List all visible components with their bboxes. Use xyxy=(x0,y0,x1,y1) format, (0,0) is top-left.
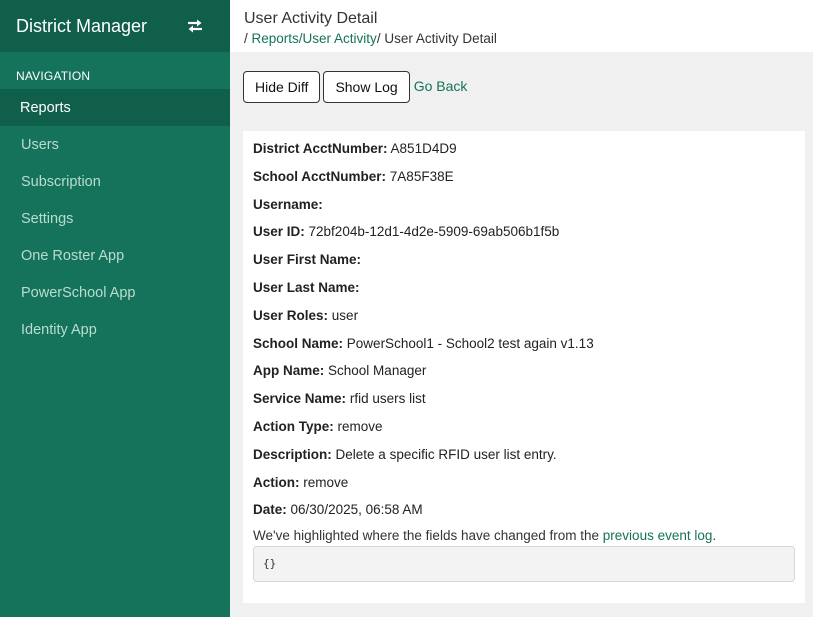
breadcrumb: / Reports/User Activity/ User Activity D… xyxy=(244,31,813,47)
detail-label: Username: xyxy=(253,196,323,212)
detail-school-acct-number: School AcctNumber: 7A85F38E xyxy=(253,169,795,197)
sidebar-item-identity-app[interactable]: Identity App xyxy=(0,311,230,348)
sidebar-brand: District Manager xyxy=(0,0,230,52)
detail-value: 7A85F38E xyxy=(389,168,454,184)
detail-value: PowerSchool1 - School2 test again v1.13 xyxy=(346,335,594,351)
detail-username: Username: xyxy=(253,197,795,225)
breadcrumb-separator: / xyxy=(244,31,252,46)
sidebar-item-settings[interactable]: Settings xyxy=(0,200,230,237)
swap-arrows-icon[interactable] xyxy=(186,17,204,35)
breadcrumb-link-reports-user-activity[interactable]: Reports/User Activity xyxy=(252,31,377,46)
diff-note-end: . xyxy=(712,528,717,544)
diff-note-text: We've highlighted where the fields have … xyxy=(253,528,603,544)
detail-value: 72bf204b-12d1-4d2e-5909-69ab506b1f5b xyxy=(308,224,560,240)
page-header: User Activity Detail / Reports/User Acti… xyxy=(230,0,813,52)
detail-label: Action Type: xyxy=(253,418,334,434)
diff-content-box: {} xyxy=(253,546,795,583)
sidebar-item-reports[interactable]: Reports xyxy=(0,89,230,126)
detail-service-name: Service Name: rfid users list xyxy=(253,391,795,419)
sidebar: District Manager NAVIGATION Reports User… xyxy=(0,0,230,617)
detail-label: App Name: xyxy=(253,363,325,379)
activity-detail-card: District AcctNumber: A851D4D9 School Acc… xyxy=(243,131,805,603)
nav-heading: NAVIGATION xyxy=(16,69,91,83)
detail-label: User ID: xyxy=(253,224,305,240)
detail-label: School Name: xyxy=(253,335,344,351)
detail-value: School Manager xyxy=(328,363,427,379)
detail-action-type: Action Type: remove xyxy=(253,419,795,447)
detail-label: Service Name: xyxy=(253,391,347,407)
detail-label: Date: xyxy=(253,502,287,518)
detail-label: Action: xyxy=(253,474,300,490)
detail-label: District AcctNumber: xyxy=(253,141,388,156)
detail-user-first-name: User First Name: xyxy=(253,252,795,280)
detail-value: remove xyxy=(303,474,349,490)
sidebar-item-one-roster-app[interactable]: One Roster App xyxy=(0,237,230,274)
show-log-button[interactable]: Show Log xyxy=(323,71,410,103)
detail-value: Delete a specific RFID user list entry. xyxy=(335,446,557,462)
detail-user-last-name: User Last Name: xyxy=(253,280,795,308)
nav-list: Reports Users Subscription Settings One … xyxy=(0,89,230,348)
previous-event-log-link[interactable]: previous event log xyxy=(603,528,713,543)
action-bar: Hide Diff Show Log Go Back xyxy=(243,71,467,103)
sidebar-item-powerschool-app[interactable]: PowerSchool App xyxy=(0,274,230,311)
detail-school-name: School Name: PowerSchool1 - School2 test… xyxy=(253,336,795,364)
detail-value: remove xyxy=(337,418,383,434)
breadcrumb-current: User Activity Detail xyxy=(384,31,497,46)
detail-label: User First Name: xyxy=(253,252,362,268)
page-title: User Activity Detail xyxy=(244,10,378,27)
detail-value: A851D4D9 xyxy=(390,141,457,156)
detail-value: rfid users list xyxy=(349,391,426,407)
diff-note: We've highlighted where the fields have … xyxy=(253,528,795,544)
detail-value: user xyxy=(331,307,359,323)
detail-description: Description: Delete a specific RFID user… xyxy=(253,447,795,475)
sidebar-item-users[interactable]: Users xyxy=(0,126,230,163)
detail-action: Action: remove xyxy=(253,475,795,503)
detail-label: User Last Name: xyxy=(253,279,360,295)
detail-date: Date: 06/30/2025, 06:58 AM xyxy=(253,502,795,530)
detail-user-roles: User Roles: user xyxy=(253,308,795,336)
hide-diff-button[interactable]: Hide Diff xyxy=(243,71,321,103)
go-back-link[interactable]: Go Back xyxy=(414,78,468,94)
detail-label: User Roles: xyxy=(253,307,329,323)
brand-title: District Manager xyxy=(16,15,148,36)
detail-label: School AcctNumber: xyxy=(253,168,387,184)
sidebar-item-subscription[interactable]: Subscription xyxy=(0,163,230,200)
detail-user-id: User ID: 72bf204b-12d1-4d2e-5909-69ab506… xyxy=(253,224,795,252)
detail-district-acct-number: District AcctNumber: A851D4D9 xyxy=(253,141,795,169)
detail-value: 06/30/2025, 06:58 AM xyxy=(290,502,423,518)
detail-app-name: App Name: School Manager xyxy=(253,363,795,391)
main-content: User Activity Detail / Reports/User Acti… xyxy=(230,0,813,617)
detail-label: Description: xyxy=(253,446,332,462)
